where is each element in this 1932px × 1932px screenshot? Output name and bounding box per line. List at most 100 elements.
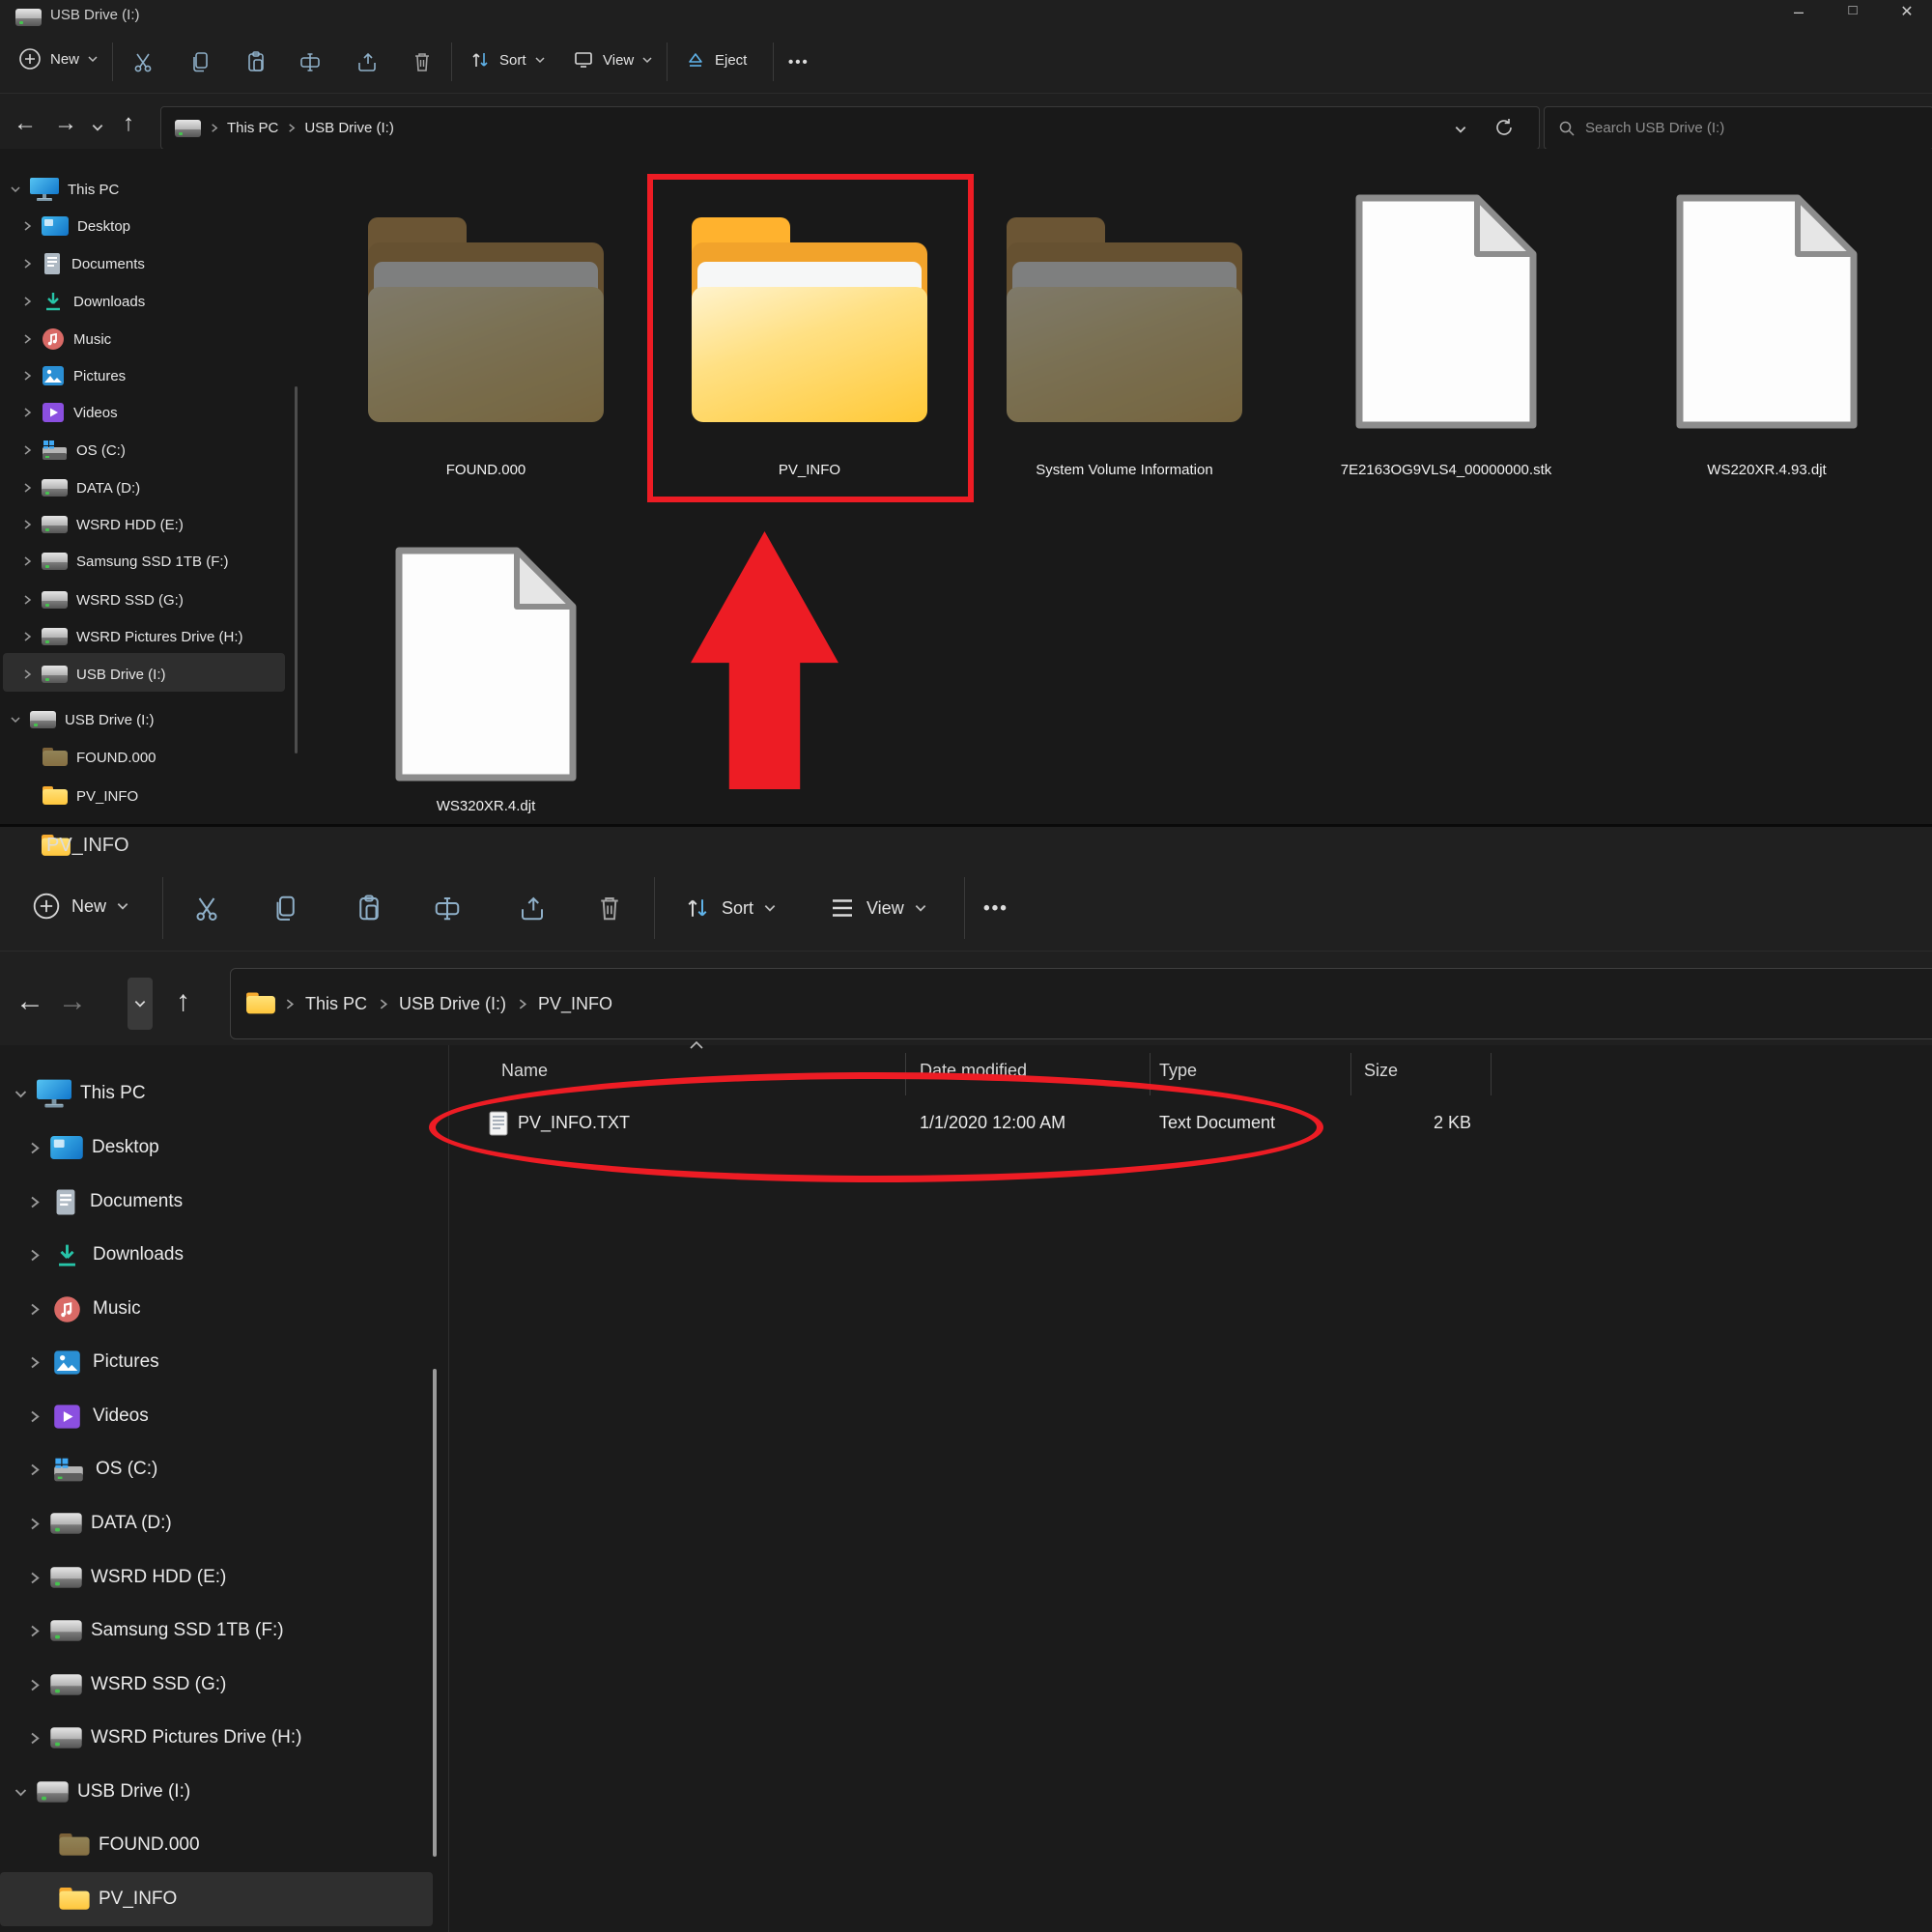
chevron-right-icon[interactable] xyxy=(27,1355,42,1370)
breadcrumb-pvinfo[interactable]: PV_INFO xyxy=(538,994,612,1014)
sidebar-item-videos[interactable]: Videos xyxy=(0,1391,462,1441)
chevron-right-icon[interactable] xyxy=(21,407,33,418)
sidebar-item-usb-drive[interactable]: USB Drive (I:) xyxy=(0,1767,448,1817)
paste-icon[interactable] xyxy=(244,50,268,73)
sidebar-item-wsrd-pictures-h[interactable]: WSRD Pictures Drive (H:) xyxy=(0,1713,462,1763)
file-icon-stk[interactable] xyxy=(1350,193,1543,430)
copy-icon[interactable] xyxy=(188,50,212,73)
share-icon[interactable] xyxy=(518,894,547,923)
chevron-right-icon[interactable] xyxy=(21,370,33,382)
tile-label-ws220[interactable]: WS220XR.4.93.djt xyxy=(1612,462,1921,478)
recent-locations-button[interactable] xyxy=(128,978,153,1030)
column-header-type[interactable]: Type xyxy=(1159,1061,1197,1081)
chevron-right-icon[interactable] xyxy=(21,296,33,307)
chevron-right-icon[interactable] xyxy=(21,220,33,232)
sidebar-item-os-c[interactable]: OS (C:) xyxy=(0,1444,462,1494)
sidebar-item-wsrd-ssd-g[interactable]: WSRD SSD (G:) xyxy=(0,1660,462,1710)
chevron-right-icon[interactable] xyxy=(21,519,33,530)
sidebar-item-data-d[interactable]: DATA (D:) xyxy=(0,1498,462,1548)
breadcrumb-usb-drive[interactable]: USB Drive (I:) xyxy=(399,994,506,1014)
rename-icon[interactable] xyxy=(298,50,322,73)
close-button[interactable]: ✕ xyxy=(1886,2,1928,29)
sidebar-item-samsung-ssd-f[interactable]: Samsung SSD 1TB (F:) xyxy=(0,1605,462,1656)
cut-icon[interactable] xyxy=(131,50,155,73)
column-header-size[interactable]: Size xyxy=(1364,1061,1398,1081)
cut-icon[interactable] xyxy=(192,894,221,923)
sidebar-item-pvinfo[interactable]: PV_INFO xyxy=(0,778,332,814)
rename-icon[interactable] xyxy=(433,894,462,923)
back-button[interactable]: ← xyxy=(15,985,44,1018)
sidebar-item-this-pc[interactable]: This PC xyxy=(0,171,299,208)
address-bar[interactable]: This PC USB Drive (I:) xyxy=(160,106,1540,150)
sort-button[interactable]: Sort xyxy=(683,894,777,923)
chevron-right-icon[interactable] xyxy=(27,1195,42,1209)
sidebar-item-this-pc[interactable]: This PC xyxy=(0,1068,448,1119)
sidebar-item-os-c[interactable]: OS (C:) xyxy=(0,432,311,469)
chevron-down-icon[interactable] xyxy=(10,714,21,725)
sidebar-item-pictures[interactable]: Pictures xyxy=(0,357,311,394)
address-bar[interactable]: This PC USB Drive (I:) PV_INFO xyxy=(230,968,1932,1039)
breadcrumb-this-pc[interactable]: This PC xyxy=(305,994,367,1014)
sidebar-item-pictures[interactable]: Pictures xyxy=(0,1337,462,1387)
maximize-button[interactable]: □ xyxy=(1832,2,1874,29)
chevron-right-icon[interactable] xyxy=(21,668,33,680)
sidebar-item-wsrd-ssd-g[interactable]: WSRD SSD (G:) xyxy=(0,582,311,618)
chevron-right-icon[interactable] xyxy=(27,1571,42,1585)
view-button[interactable]: View xyxy=(572,48,653,71)
delete-icon[interactable] xyxy=(595,894,624,923)
chevron-right-icon[interactable] xyxy=(21,444,33,456)
copy-icon[interactable] xyxy=(270,894,299,923)
sidebar-scrollbar[interactable] xyxy=(295,386,298,753)
recent-locations-button[interactable] xyxy=(91,121,104,134)
back-button[interactable]: ← xyxy=(14,110,37,137)
up-button[interactable]: ↑ xyxy=(123,110,134,137)
sidebar-item-wsrd-pictures-h[interactable]: WSRD Pictures Drive (H:) xyxy=(0,618,311,655)
chevron-right-icon[interactable] xyxy=(27,1517,42,1531)
tile-label-stk[interactable]: 7E2163OG9VLS4_00000000.stk xyxy=(1292,462,1601,478)
forward-button-disabled[interactable]: → xyxy=(58,985,87,1018)
chevron-right-icon[interactable] xyxy=(21,555,33,567)
refresh-icon[interactable] xyxy=(1492,116,1516,139)
sidebar-item-found000[interactable]: FOUND.000 xyxy=(0,1820,497,1870)
chevron-right-icon[interactable] xyxy=(27,1302,42,1317)
share-icon[interactable] xyxy=(355,50,379,73)
eject-button[interactable]: Eject xyxy=(684,48,747,71)
new-button[interactable]: New xyxy=(17,46,99,71)
sidebar-item-downloads[interactable]: Downloads xyxy=(0,283,311,320)
forward-button[interactable]: → xyxy=(54,110,77,137)
chevron-right-icon[interactable] xyxy=(27,1678,42,1692)
folder-found000[interactable] xyxy=(358,217,613,430)
delete-icon[interactable] xyxy=(411,50,434,73)
chevron-right-icon[interactable] xyxy=(21,333,33,345)
sidebar-item-downloads[interactable]: Downloads xyxy=(0,1230,462,1280)
sidebar-item-documents[interactable]: Documents xyxy=(0,245,311,282)
sidebar-item-music[interactable]: Music xyxy=(0,321,311,357)
file-icon-djt[interactable] xyxy=(1670,193,1863,430)
chevron-right-icon[interactable] xyxy=(27,1409,42,1424)
breadcrumb-this-pc[interactable]: This PC xyxy=(227,120,278,136)
sidebar-item-data-d[interactable]: DATA (D:) xyxy=(0,469,311,506)
sidebar-item-music[interactable]: Music xyxy=(0,1284,462,1334)
up-button[interactable]: ↑ xyxy=(176,985,190,1018)
sidebar-item-videos[interactable]: Videos xyxy=(0,394,311,431)
chevron-right-icon[interactable] xyxy=(21,482,33,494)
sidebar-scrollbar[interactable] xyxy=(433,1369,437,1857)
sidebar-item-usb-drive-root[interactable]: USB Drive (I:) xyxy=(0,701,299,738)
sort-button[interactable]: Sort xyxy=(469,48,546,71)
chevron-right-icon[interactable] xyxy=(27,1141,42,1155)
more-options-button[interactable]: ••• xyxy=(788,54,810,71)
chevron-right-icon[interactable] xyxy=(21,594,33,606)
chevron-down-icon[interactable] xyxy=(10,184,21,195)
new-button[interactable]: New xyxy=(31,891,129,922)
tile-label-system-volume[interactable]: System Volume Information xyxy=(970,462,1279,478)
chevron-right-icon[interactable] xyxy=(27,1463,42,1477)
breadcrumb-usb-drive[interactable]: USB Drive (I:) xyxy=(304,120,394,136)
sidebar-item-usb-drive-selected[interactable]: USB Drive (I:) xyxy=(0,656,311,693)
address-dropdown-icon[interactable] xyxy=(1454,123,1467,136)
sidebar-item-samsung-ssd-f[interactable]: Samsung SSD 1TB (F:) xyxy=(0,543,311,580)
folder-system-volume-information[interactable] xyxy=(997,217,1252,430)
chevron-right-icon[interactable] xyxy=(21,258,33,270)
chevron-down-icon[interactable] xyxy=(14,1785,28,1800)
paste-icon[interactable] xyxy=(355,894,384,923)
chevron-right-icon[interactable] xyxy=(21,631,33,642)
